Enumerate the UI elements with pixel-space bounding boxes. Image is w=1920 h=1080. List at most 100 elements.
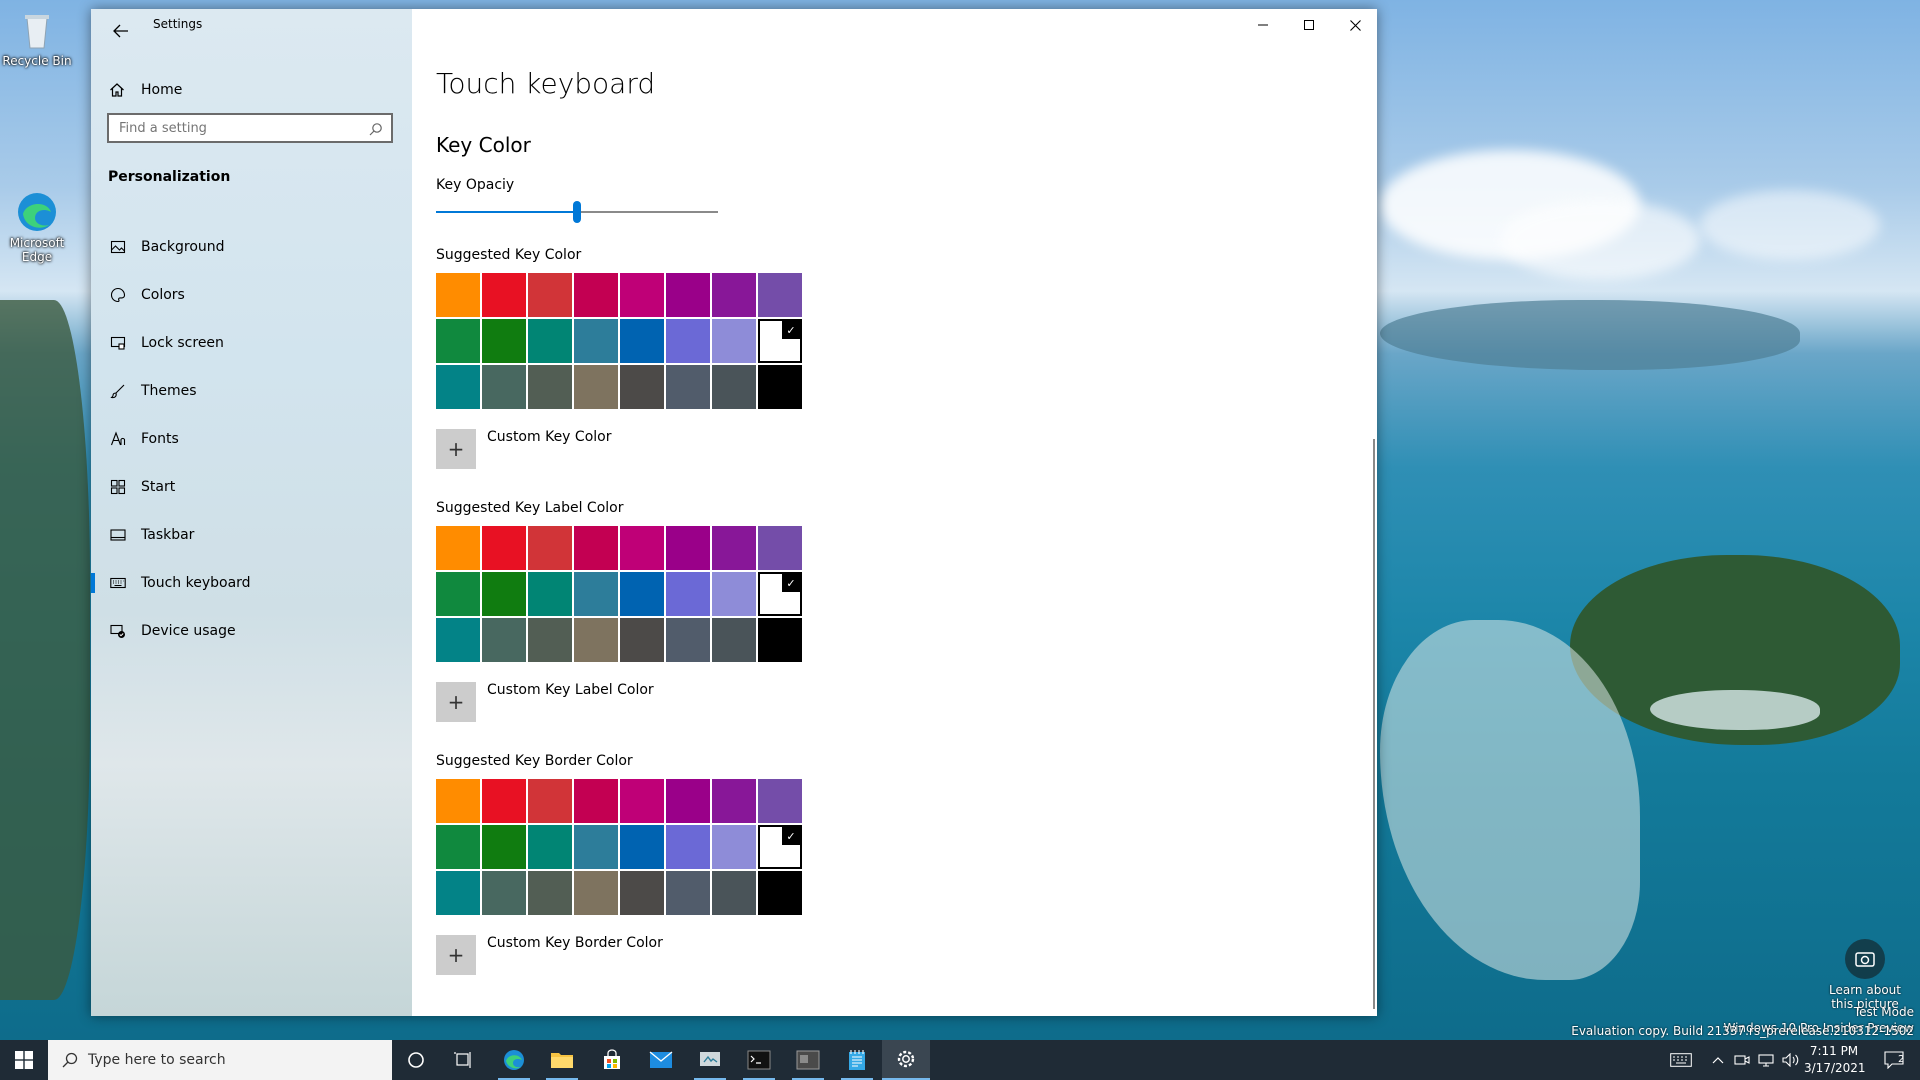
custom-key-color-button[interactable]: + xyxy=(436,429,476,469)
custom-key-label-color[interactable]: + Custom Key Label Color xyxy=(436,682,654,722)
color-swatch[interactable] xyxy=(482,779,526,823)
color-swatch[interactable] xyxy=(528,365,572,409)
taskbar-app-window[interactable] xyxy=(784,1040,832,1080)
sidebar-item-background[interactable]: Background xyxy=(91,223,412,271)
sidebar-item-lock-screen[interactable]: Lock screen xyxy=(91,319,412,367)
color-swatch[interactable] xyxy=(712,526,756,570)
learn-about-picture[interactable]: Learn about this picture xyxy=(1826,939,1904,1011)
color-swatch[interactable] xyxy=(666,365,710,409)
color-swatch[interactable] xyxy=(436,319,480,363)
color-swatch[interactable] xyxy=(666,618,710,662)
color-swatch[interactable] xyxy=(712,365,756,409)
color-swatch[interactable]: ✓ xyxy=(758,572,802,616)
color-swatch[interactable] xyxy=(436,779,480,823)
color-swatch[interactable] xyxy=(758,779,802,823)
nav-home[interactable]: Home xyxy=(91,70,412,110)
find-setting-input[interactable] xyxy=(117,119,361,137)
color-swatch[interactable] xyxy=(574,365,618,409)
color-swatch[interactable] xyxy=(574,572,618,616)
color-swatch[interactable] xyxy=(712,572,756,616)
taskbar-app-paint[interactable] xyxy=(686,1040,734,1080)
sidebar-item-start[interactable]: Start xyxy=(91,463,412,511)
color-swatch[interactable] xyxy=(574,319,618,363)
color-swatch[interactable] xyxy=(528,273,572,317)
color-swatch[interactable] xyxy=(528,572,572,616)
color-swatch[interactable] xyxy=(574,618,618,662)
custom-key-border-color-button[interactable]: + xyxy=(436,935,476,975)
color-swatch[interactable] xyxy=(528,871,572,915)
sidebar-item-themes[interactable]: Themes xyxy=(91,367,412,415)
color-swatch[interactable] xyxy=(574,779,618,823)
clock[interactable]: 7:11 PM 3/17/2021 xyxy=(1804,1043,1866,1077)
back-button[interactable] xyxy=(101,15,141,47)
color-swatch[interactable] xyxy=(620,526,664,570)
color-swatch[interactable] xyxy=(436,871,480,915)
recycle-bin-desktop-icon[interactable]: Recycle Bin xyxy=(0,8,75,68)
color-swatch[interactable] xyxy=(482,825,526,869)
color-swatch[interactable] xyxy=(528,319,572,363)
color-swatch[interactable] xyxy=(482,871,526,915)
sidebar-item-touch-keyboard[interactable]: Touch keyboard xyxy=(91,559,412,607)
custom-key-color[interactable]: + Custom Key Color xyxy=(436,429,611,469)
color-swatch[interactable] xyxy=(666,526,710,570)
minimize-button[interactable] xyxy=(1240,9,1286,41)
color-swatch[interactable] xyxy=(482,365,526,409)
taskbar-store[interactable] xyxy=(588,1040,636,1080)
color-swatch[interactable] xyxy=(758,273,802,317)
tray-network-button[interactable] xyxy=(1754,1040,1778,1080)
color-swatch[interactable] xyxy=(620,319,664,363)
color-swatch[interactable] xyxy=(436,365,480,409)
color-swatch[interactable] xyxy=(620,365,664,409)
color-swatch[interactable] xyxy=(712,871,756,915)
color-swatch[interactable] xyxy=(666,273,710,317)
tray-keyboard-button[interactable] xyxy=(1664,1040,1698,1080)
sidebar-item-fonts[interactable]: Fonts xyxy=(91,415,412,463)
scrollbar[interactable] xyxy=(1373,439,1375,1009)
color-swatch[interactable] xyxy=(528,618,572,662)
cortana-button[interactable] xyxy=(392,1040,440,1080)
color-swatch[interactable] xyxy=(574,273,618,317)
color-swatch[interactable] xyxy=(482,526,526,570)
taskbar-mail[interactable] xyxy=(637,1040,685,1080)
key-opacity-slider[interactable] xyxy=(436,201,718,225)
color-swatch[interactable] xyxy=(436,572,480,616)
edge-desktop-icon[interactable]: Microsoft Edge xyxy=(0,190,75,264)
custom-key-label-color-button[interactable]: + xyxy=(436,682,476,722)
action-center-button[interactable]: 2 xyxy=(1872,1040,1916,1080)
color-swatch[interactable] xyxy=(436,273,480,317)
task-view-button[interactable] xyxy=(440,1040,488,1080)
color-swatch[interactable] xyxy=(666,871,710,915)
color-swatch[interactable] xyxy=(620,273,664,317)
color-swatch[interactable] xyxy=(758,365,802,409)
color-swatch[interactable] xyxy=(620,572,664,616)
taskbar-terminal[interactable] xyxy=(735,1040,783,1080)
start-button[interactable] xyxy=(0,1040,48,1080)
custom-key-border-color[interactable]: + Custom Key Border Color xyxy=(436,935,663,975)
sidebar-item-taskbar[interactable]: Taskbar xyxy=(91,511,412,559)
maximize-button[interactable] xyxy=(1286,9,1332,41)
taskbar-notepad[interactable] xyxy=(833,1040,881,1080)
close-button[interactable] xyxy=(1332,9,1377,41)
color-swatch[interactable] xyxy=(436,526,480,570)
color-swatch[interactable] xyxy=(712,825,756,869)
color-swatch[interactable] xyxy=(758,871,802,915)
taskbar-settings[interactable] xyxy=(882,1040,930,1080)
color-swatch[interactable] xyxy=(482,319,526,363)
color-swatch[interactable] xyxy=(528,825,572,869)
taskbar-file-explorer[interactable] xyxy=(538,1040,586,1080)
color-swatch[interactable]: ✓ xyxy=(758,825,802,869)
color-swatch[interactable] xyxy=(666,779,710,823)
color-swatch[interactable] xyxy=(528,526,572,570)
search-icon[interactable] xyxy=(369,121,383,140)
tray-volume-button[interactable] xyxy=(1778,1040,1804,1080)
find-setting-search[interactable] xyxy=(107,113,393,143)
color-swatch[interactable] xyxy=(758,618,802,662)
color-swatch[interactable] xyxy=(758,526,802,570)
color-swatch[interactable] xyxy=(712,319,756,363)
color-swatch[interactable] xyxy=(574,871,618,915)
taskbar-search[interactable]: Type here to search xyxy=(48,1040,392,1080)
color-swatch[interactable] xyxy=(574,825,618,869)
color-swatch[interactable] xyxy=(436,618,480,662)
color-swatch[interactable] xyxy=(712,779,756,823)
color-swatch[interactable] xyxy=(436,825,480,869)
